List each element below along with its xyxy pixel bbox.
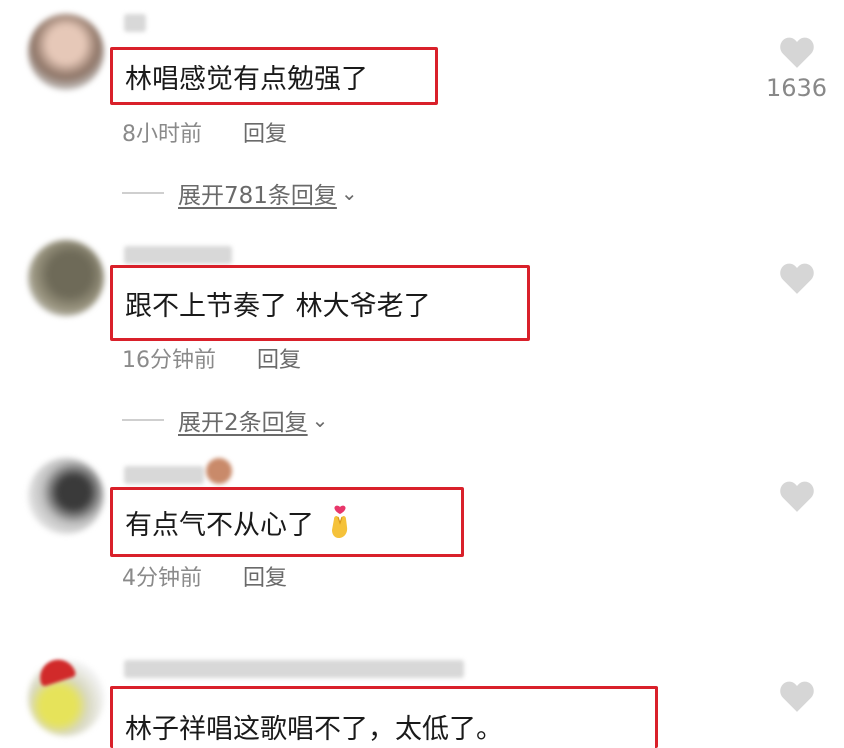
username[interactable] (124, 14, 146, 32)
avatar[interactable] (28, 14, 104, 90)
expand-replies-label: 展开781条回复 (178, 183, 337, 209)
heart-icon[interactable] (778, 34, 816, 70)
comment-text-highlighted: 林子祥唱这歌唱不了，太低了。 (110, 686, 658, 748)
comment-time: 4分钟前 (122, 566, 202, 591)
reply-button[interactable]: 回复 (243, 566, 287, 591)
comment-meta: 16分钟前 回复 (122, 342, 301, 374)
avatar[interactable] (28, 458, 104, 534)
comment-text-highlighted: 跟不上节奏了 林大爷老了 (110, 265, 530, 341)
comment-text-highlighted: 有点气不从心了 (110, 487, 464, 557)
comment-time: 16分钟前 (122, 348, 216, 373)
comment-text: 林子祥唱这歌唱不了，太低了。 (125, 714, 503, 745)
comment-text: 林唱感觉有点勉强了 (125, 63, 368, 95)
username[interactable] (124, 246, 232, 264)
reply-button[interactable]: 回复 (243, 122, 287, 147)
chevron-down-icon: ⌄ (311, 408, 329, 432)
comment-text-highlighted: 林唱感觉有点勉强了 (110, 47, 438, 105)
divider-line (122, 192, 164, 194)
divider-line (122, 419, 164, 421)
comment-meta: 4分钟前 回复 (122, 560, 287, 592)
avatar[interactable] (28, 240, 104, 316)
username[interactable] (124, 466, 204, 484)
heart-icon[interactable] (778, 478, 816, 514)
username-badge-icon (206, 458, 232, 484)
expand-replies-button[interactable]: 展开2条回复 ⌄ (122, 403, 328, 437)
reply-button[interactable]: 回复 (257, 348, 301, 373)
chevron-down-icon: ⌄ (340, 181, 358, 205)
heart-icon[interactable] (778, 678, 816, 714)
comment-meta: 8小时前 回复 (122, 116, 287, 148)
expand-replies-label: 展开2条回复 (178, 410, 308, 436)
comment-time: 8小时前 (122, 122, 202, 147)
finger-heart-emoji-icon (332, 505, 348, 538)
comment-text: 跟不上节奏了 林大爷老了 (125, 290, 431, 322)
heart-icon[interactable] (778, 260, 816, 296)
comment-text: 有点气不从心了 (125, 509, 314, 541)
username[interactable] (124, 660, 464, 678)
like-count: 1636 (766, 74, 828, 102)
expand-replies-button[interactable]: 展开781条回复 ⌄ (122, 176, 358, 210)
